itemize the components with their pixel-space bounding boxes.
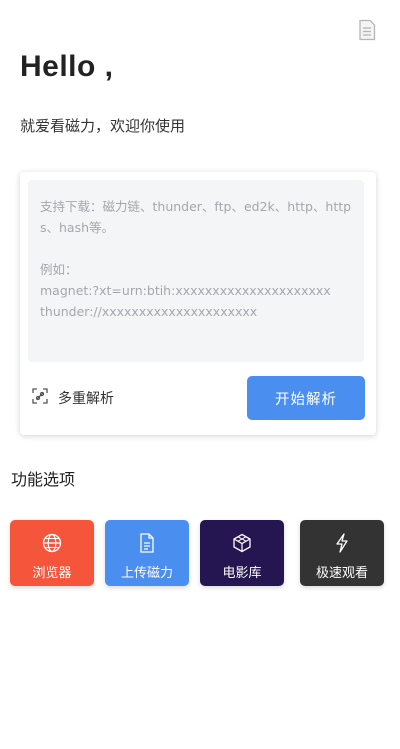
fast-watch-tile[interactable]: 极速观看 — [300, 520, 384, 586]
lightning-icon — [300, 533, 384, 553]
tile-label: 上传磁力 — [120, 566, 173, 581]
features-section-title: 功能选项 — [11, 470, 76, 489]
link-input[interactable]: 支持下载：磁力链、thunder、ftp、ed2k、http、https、has… — [28, 180, 364, 362]
tile-label: 浏览器 — [32, 566, 72, 581]
feature-tiles: 浏览器 上传磁力 电影库 极速观看 — [10, 520, 385, 586]
tile-label: 极速观看 — [315, 566, 368, 581]
home-screen: Hello , 就爱看磁力，欢迎你使用 支持下载：磁力链、thunder、ftp… — [0, 0, 400, 749]
document-icon — [105, 533, 189, 553]
tile-label: 电影库 — [222, 566, 262, 581]
welcome-subtitle: 就爱看磁力，欢迎你使用 — [20, 117, 186, 135]
upload-magnet-tile[interactable]: 上传磁力 — [105, 520, 189, 586]
greeting-title: Hello , — [20, 50, 114, 83]
document-list-icon[interactable] — [356, 19, 378, 41]
globe-icon — [10, 533, 94, 553]
movie-library-tile[interactable]: 电影库 — [200, 520, 284, 586]
multi-parse-toggle[interactable]: 多重解析 — [32, 386, 114, 410]
parse-card: 支持下载：磁力链、thunder、ftp、ed2k、http、https、has… — [20, 172, 376, 435]
browser-tile[interactable]: 浏览器 — [10, 520, 94, 586]
cube-icon — [200, 533, 284, 553]
multi-parse-label: 多重解析 — [58, 391, 114, 407]
start-parse-button[interactable]: 开始解析 — [247, 376, 365, 420]
scan-link-icon — [32, 388, 48, 408]
